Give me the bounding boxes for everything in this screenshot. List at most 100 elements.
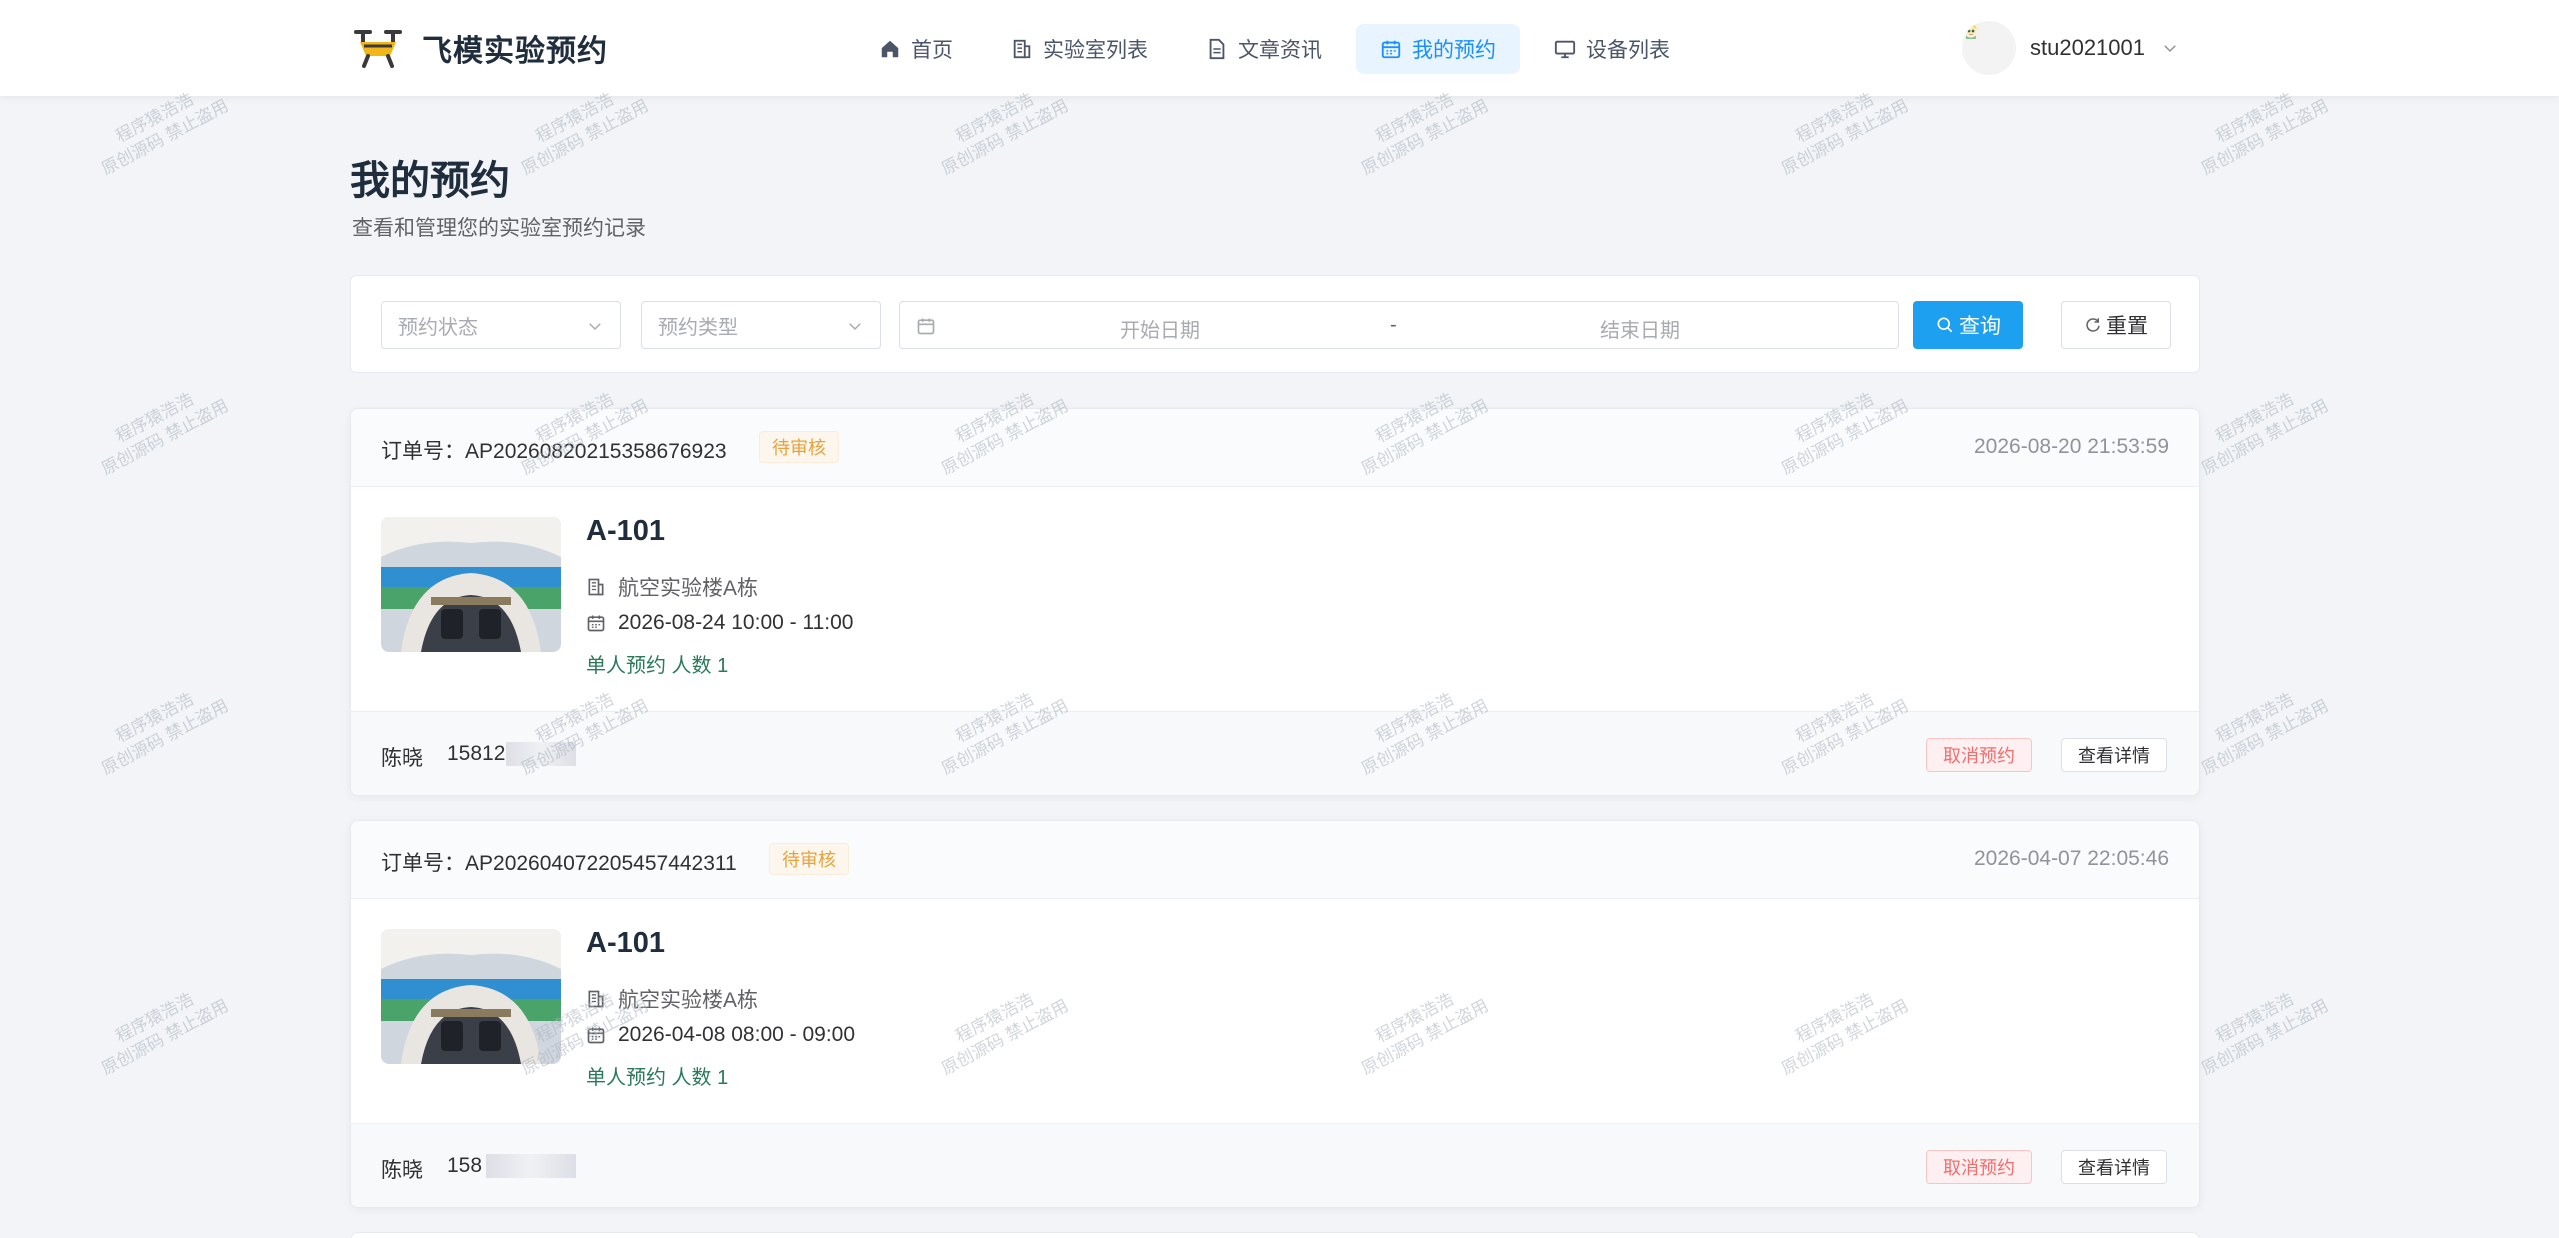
watermark-line: 原创源码 禁止盗用: [2198, 695, 2332, 779]
contact-phone: 158: [447, 1154, 483, 1177]
order-number: 订单号：AP20260820215358676923: [381, 440, 727, 463]
status-select[interactable]: 预约状态: [381, 301, 621, 349]
booking-time-text: 2026-04-08 08:00 - 09:00: [618, 1023, 856, 1046]
brand[interactable]: 飞模实验预约: [350, 22, 608, 74]
watermark-line: 程序猿浩浩: [2212, 689, 2297, 747]
calendar-icon: [917, 318, 935, 335]
nav-item-devices[interactable]: 设备列表: [1530, 24, 1694, 74]
nav-item-label: 首页: [911, 39, 953, 62]
booking-time: 2026-04-08 08:00 - 09:00: [586, 1023, 855, 1047]
order-card-footer: 陈晓 158 取消预约 查看详情: [351, 1123, 2199, 1207]
main-nav: 首页 实验室列表 文章资讯 我的预约 设备列表: [855, 24, 1704, 74]
document-icon: [1209, 38, 1225, 60]
monitor-icon: [1554, 40, 1576, 59]
nav-item-label: 文章资讯: [1238, 39, 1322, 62]
contact-name: 陈晓: [381, 747, 423, 770]
contact-phone: 15812: [447, 742, 506, 765]
type-select-placeholder: 预约类型: [658, 316, 738, 339]
avatar: [1962, 21, 2016, 75]
username: stu2021001: [2030, 35, 2145, 60]
reset-button-label: 重置: [2106, 315, 2148, 338]
building-icon: [588, 990, 604, 1008]
order-card: 订单号：AP20260407220545744231​1 待审核 2026-04…: [350, 820, 2200, 1208]
watermark-line: 原创源码 禁止盗用: [2198, 395, 2332, 479]
view-detail-button[interactable]: 查看详情: [2061, 738, 2167, 772]
cancel-booking-button[interactable]: 取消预约: [1926, 1150, 2032, 1184]
contact-name: 陈晓: [381, 1159, 423, 1182]
start-date-input[interactable]: 开始日期: [960, 314, 1360, 343]
calendar-icon: [587, 615, 605, 632]
lab-building: 航空实验楼A栋: [586, 572, 758, 602]
nav-item-articles[interactable]: 文章资讯: [1182, 24, 1346, 74]
building-icon: [1013, 39, 1031, 59]
lab-thumbnail[interactable]: [381, 929, 561, 1064]
calendar-icon: [587, 1027, 605, 1044]
watermark-line: 原创源码 禁止盗用: [98, 995, 232, 1079]
watermark-line: 程序猿浩浩: [112, 989, 197, 1047]
booking-time-text: 2026-08-24 10:00 - 11:00: [618, 611, 854, 634]
watermark-line: 原创源码 禁止盗用: [98, 95, 232, 179]
order-created-time: 2026-08-20 21:53:59: [1974, 435, 2169, 458]
status-badge: 待审核: [759, 431, 839, 463]
date-range-picker[interactable]: 开始日期 - 结束日期: [899, 301, 1899, 349]
watermark-line: 原创源码 禁止盗用: [98, 695, 232, 779]
order-card-body: A-101 航空实验楼A栋 2026-04-08 08:00 - 09:00 单…: [351, 899, 2199, 1123]
order-number: 订单号：AP20260407220545744231​1: [381, 852, 737, 875]
watermark: 程序猿浩浩 原创源码 禁止盗用: [2179, 371, 2341, 485]
chevron-down-icon: [589, 323, 601, 331]
watermark-line: 程序猿浩浩: [112, 689, 197, 747]
nav-item-lab-list[interactable]: 实验室列表: [987, 24, 1172, 74]
watermark: 程序猿浩浩 原创源码 禁止盗用: [2179, 971, 2341, 1085]
type-select[interactable]: 预约类型: [641, 301, 881, 349]
nav-item-label: 实验室列表: [1043, 39, 1148, 62]
page-subtitle: 查看和管理您的实验室预约记录: [352, 217, 646, 240]
booking-kind: 单人预约 人数 1: [586, 1067, 729, 1089]
masked-phone: [486, 1154, 576, 1178]
watermark: 程序猿浩浩 原创源码 禁止盗用: [79, 671, 241, 785]
nav-item-label: 设备列表: [1586, 39, 1670, 62]
filter-bar: 预约状态 预约类型 开始日期 - 结束日期 查询 重置: [350, 275, 2200, 373]
order-card-partial: [350, 1232, 2200, 1238]
booking-time: 2026-08-24 10:00 - 11:00: [586, 611, 853, 635]
masked-phone: [506, 742, 576, 766]
search-icon: [1937, 317, 1953, 333]
order-card: 订单号：AP20260820215358676923 待审核 2026-08-2…: [350, 408, 2200, 796]
watermark-line: 原创源码 禁止盗用: [2198, 95, 2332, 179]
cancel-booking-button[interactable]: 取消预约: [1926, 738, 2032, 772]
order-card-body: A-101 航空实验楼A栋 2026-08-24 10:00 - 11:00 单…: [351, 487, 2199, 711]
order-card-header: 订单号：AP20260820215358676923 待审核 2026-08-2…: [351, 409, 2199, 487]
end-date-input[interactable]: 结束日期: [1440, 314, 1840, 343]
order-created-time: 2026-04-07 22:05:46: [1974, 847, 2169, 870]
order-card-footer: 陈晓 15812 取消预约 查看详情: [351, 711, 2199, 795]
watermark-line: 程序猿浩浩: [2212, 989, 2297, 1047]
status-badge: 待审核: [769, 843, 849, 875]
user-menu[interactable]: stu2021001: [1962, 20, 2179, 76]
status-select-placeholder: 预约状态: [398, 316, 478, 339]
page-title: 我的预约: [350, 159, 510, 203]
nav-item-label: 我的预约: [1412, 39, 1496, 62]
lab-thumbnail[interactable]: [381, 517, 561, 652]
view-detail-button[interactable]: 查看详情: [2061, 1150, 2167, 1184]
refresh-icon: [2086, 318, 2100, 332]
calendar-icon: [1381, 40, 1401, 59]
lab-building: 航空实验楼A栋: [586, 984, 758, 1014]
building-icon: [588, 578, 604, 596]
nav-item-home[interactable]: 首页: [855, 24, 977, 74]
watermark-line: 程序猿浩浩: [2212, 389, 2297, 447]
booking-kind: 单人预约 人数 1: [586, 655, 729, 677]
query-button[interactable]: 查询: [1913, 301, 2023, 349]
lab-room-name: A-101: [586, 927, 665, 959]
nav-item-my-bookings[interactable]: 我的预约: [1356, 24, 1520, 74]
watermark: 程序猿浩浩 原创源码 禁止盗用: [2179, 671, 2341, 785]
watermark-line: 原创源码 禁止盗用: [2198, 995, 2332, 1079]
watermark-line: 原创源码 禁止盗用: [98, 395, 232, 479]
order-card-header: 订单号：AP20260407220545744231​1 待审核 2026-04…: [351, 821, 2199, 899]
watermark: 程序猿浩浩 原创源码 禁止盗用: [79, 371, 241, 485]
watermark-line: 程序猿浩浩: [112, 389, 197, 447]
watermark-line: 原创源码 禁止盗用: [1778, 95, 1912, 179]
reset-button[interactable]: 重置: [2061, 301, 2171, 349]
home-icon: [881, 40, 899, 58]
brand-name: 飞模实验预约: [422, 35, 608, 68]
watermark-line: 原创源码 禁止盗用: [1358, 95, 1492, 179]
lab-room-name: A-101: [586, 515, 665, 547]
